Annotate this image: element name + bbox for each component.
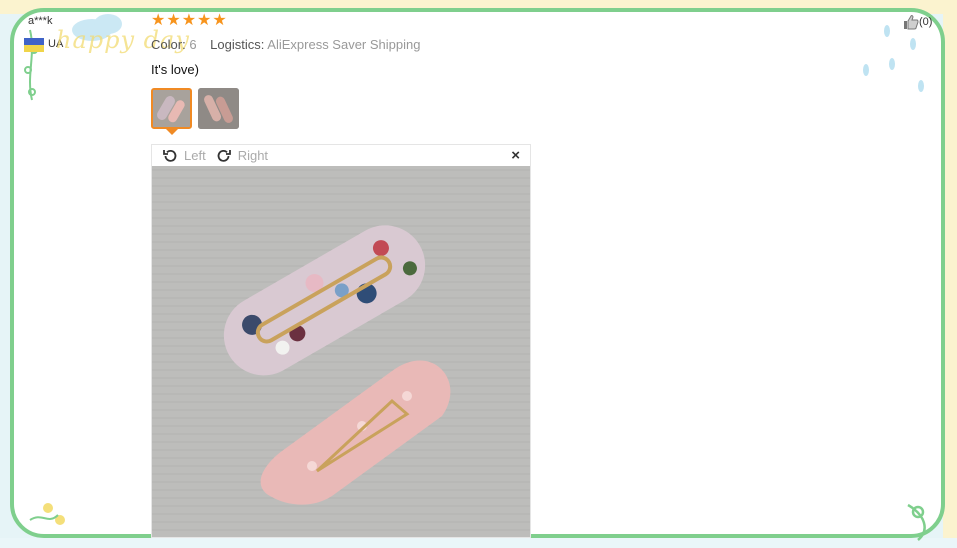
- helpful-count: (0): [919, 16, 933, 28]
- rotate-left-label: Left: [184, 148, 206, 163]
- logistics-value: AliExpress Saver Shipping: [267, 37, 421, 52]
- star-icon: ★: [151, 12, 166, 29]
- thumbnail-2[interactable]: [198, 88, 239, 129]
- review-thumbnails: [151, 88, 239, 129]
- rotate-left-icon: [163, 149, 177, 162]
- star-icon: ★: [166, 12, 181, 29]
- background-right: [943, 0, 957, 548]
- review-photo: [152, 166, 530, 537]
- review-text: It's love): [151, 62, 199, 77]
- star-icon: ★: [212, 12, 227, 29]
- country-flag-icon: [24, 38, 44, 52]
- rotate-right-icon: [217, 149, 231, 162]
- selected-thumbnail-pointer: [166, 129, 178, 135]
- color-value: 6: [189, 37, 197, 52]
- logistics-label: Logistics:: [210, 37, 265, 52]
- rotate-right-label: Right: [237, 148, 269, 163]
- thumbs-up-icon: [904, 15, 919, 30]
- star-icon: ★: [181, 12, 197, 29]
- thumbnail-1[interactable]: [151, 88, 192, 129]
- rotate-right-button[interactable]: Right: [216, 148, 268, 164]
- background-bottom: [0, 538, 957, 548]
- image-viewer: Left Right ×: [151, 144, 531, 538]
- reviewer-name: a***k: [28, 15, 53, 27]
- rotate-left-button[interactable]: Left: [162, 148, 206, 164]
- star-icon: ★: [197, 12, 212, 29]
- close-icon[interactable]: ×: [511, 147, 520, 164]
- review-meta: Color: 6 Logistics: AliExpress Saver Shi…: [151, 37, 420, 52]
- star-rating: ★ ★ ★ ★ ★: [151, 12, 227, 30]
- color-label: Color:: [151, 37, 186, 52]
- helpful-button[interactable]: (0): [903, 14, 932, 30]
- viewer-toolbar: Left Right ×: [152, 145, 530, 166]
